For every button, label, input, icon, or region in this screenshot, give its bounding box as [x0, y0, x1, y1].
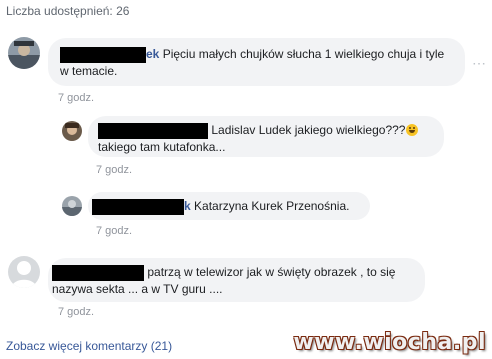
comment-time[interactable]: 7 godz.: [58, 306, 94, 318]
comment-time[interactable]: 7 godz.: [58, 92, 94, 104]
comment-bubble: ek Pięciu małych chujków słucha 1 wielki…: [48, 38, 465, 86]
commenter-name[interactable]: ek: [146, 47, 159, 61]
reply-time[interactable]: 7 godz.: [96, 164, 132, 176]
share-count[interactable]: Liczba udostępnień: 26: [6, 4, 129, 18]
reply-bubble: k Katarzyna Kurek Przenośnia.: [88, 192, 370, 220]
see-more-comments-link[interactable]: Zobacz więcej komentarzy (21): [6, 339, 172, 353]
avatar[interactable]: [62, 196, 82, 216]
comment-bubble: patrzą w telewizor jak w święty obrazek …: [48, 258, 425, 302]
redacted-name: [52, 264, 144, 281]
redacted-name: [60, 46, 146, 63]
laughing-face-icon: [406, 124, 419, 136]
avatar[interactable]: [8, 256, 40, 288]
comment-text: Ladislav Ludek jakiego wielkiego???: [211, 123, 406, 137]
redacted-name: [98, 122, 208, 139]
reply-time[interactable]: 7 godz.: [96, 225, 132, 237]
watermark: www.wiocha.pl: [293, 330, 486, 355]
comment-text-continued: takiego tam kutafonka...: [98, 139, 226, 154]
avatar[interactable]: [8, 37, 40, 69]
more-options-icon[interactable]: ⋯: [472, 55, 487, 72]
comment-text: Katarzyna Kurek Przenośnia.: [194, 199, 350, 213]
redacted-name: [92, 198, 184, 215]
avatar[interactable]: [62, 121, 82, 141]
commenter-name[interactable]: k: [184, 199, 191, 213]
reply-bubble: Ladislav Ludek jakiego wielkiego??? taki…: [88, 116, 444, 157]
